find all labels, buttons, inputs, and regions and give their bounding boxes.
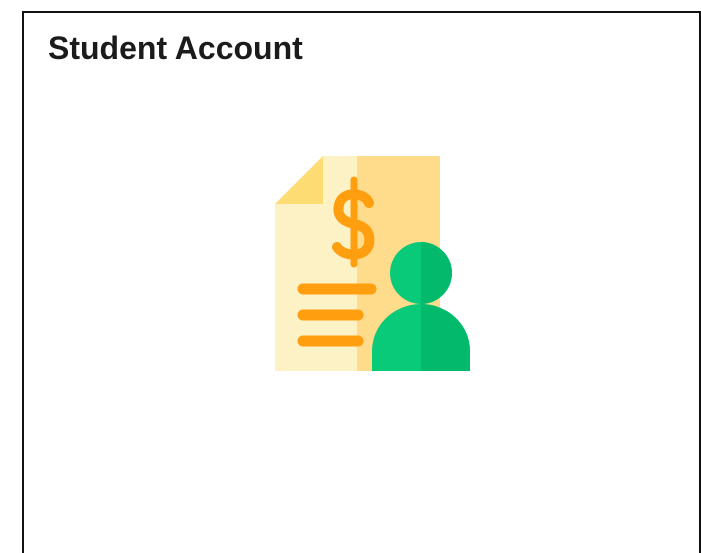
tile-border-left <box>22 11 24 553</box>
tile-title: Student Account <box>48 30 303 66</box>
document-fold <box>275 156 323 204</box>
student-billing-icon <box>275 156 470 371</box>
tile-border-top <box>22 11 701 13</box>
student-account-tile[interactable]: Student Account <box>0 0 701 553</box>
